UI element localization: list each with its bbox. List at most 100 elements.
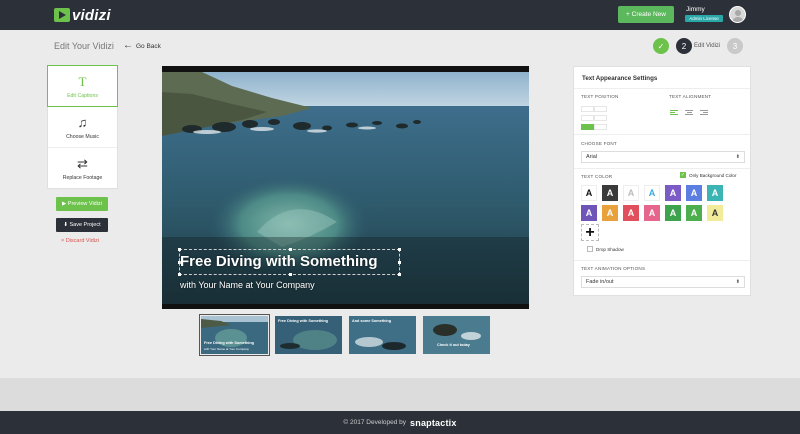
thumbnail-title: Free Diving with Something (204, 341, 254, 345)
thumbnail-title: And some Something (352, 319, 392, 323)
color-swatch[interactable]: A (686, 185, 702, 201)
save-project-button[interactable]: ⬇ Save Project (56, 218, 108, 232)
thumbnail-title: Free Diving with Something (278, 319, 328, 323)
only-background-checkbox[interactable]: ✓ (680, 172, 686, 178)
step-3-upcoming[interactable]: 3 (727, 38, 743, 54)
user-avatar[interactable] (729, 6, 746, 23)
text-icon: T (78, 73, 87, 89)
edit-captions-label: Edit Captions (67, 92, 98, 99)
position-middle-right[interactable] (594, 115, 607, 121)
choose-music-tool[interactable]: ♫ Choose Music (48, 107, 117, 148)
caption-title-text[interactable]: Free Diving with Something (180, 253, 378, 270)
animation-value: Fade in/out (586, 279, 614, 285)
text-appearance-panel: Text Appearance Settings Text Position T… (573, 66, 751, 296)
only-background-label: Only Background Color (689, 172, 737, 178)
choose-font-label: Choose Font (581, 141, 617, 146)
color-swatch[interactable]: A (644, 205, 660, 221)
vidizi-logo[interactable]: vidizi (54, 6, 111, 24)
user-name[interactable]: Jimmy (686, 6, 705, 13)
play-logo-icon (54, 8, 70, 22)
position-bottom-right[interactable] (594, 124, 607, 130)
position-top-right[interactable] (594, 106, 607, 112)
scene-thumbnail-3[interactable]: And some Something (349, 316, 416, 354)
preview-vidizi-button[interactable]: ▶ Preview Vidizi (56, 197, 108, 211)
thumbnail-title: Check it out today (437, 343, 470, 347)
drop-shadow-option[interactable]: Drop Shadow (587, 246, 624, 252)
resize-handle[interactable] (289, 248, 292, 251)
license-badge: Admin License (685, 15, 723, 22)
step-2-caption: Edit Vidizi (694, 43, 721, 49)
arrow-left-icon: ← (123, 40, 133, 51)
bottom-strip (0, 378, 800, 411)
animation-options-label: Text Animation Options (581, 266, 646, 271)
color-swatch[interactable]: A (665, 205, 681, 221)
position-bottom-left[interactable] (581, 124, 594, 130)
position-middle-left[interactable] (581, 115, 594, 121)
resize-handle[interactable] (398, 261, 401, 264)
scene-thumbnail-4[interactable]: Check it out today (423, 316, 490, 354)
text-position-grid (581, 106, 621, 130)
select-caret-icon: ⬍ (735, 154, 740, 160)
resize-handle[interactable] (178, 273, 181, 276)
color-swatch[interactable]: A (581, 185, 597, 201)
editor-tools-panel: T Edit Captions ♫ Choose Music ⇄ Replace… (47, 65, 118, 189)
thumbnail-subtitle: with Your Name at Your Company (204, 347, 249, 351)
snaptactix-logo[interactable]: snaptactix (410, 418, 457, 428)
color-swatch[interactable]: A (623, 185, 639, 201)
footer-text: © 2017 Developed by (343, 419, 407, 426)
position-top-left[interactable] (581, 106, 594, 112)
caption-subtitle-text[interactable]: with Your Name at Your Company (180, 280, 315, 290)
add-color-button[interactable]: + (581, 224, 599, 241)
music-icon: ♫ (77, 114, 88, 130)
top-navbar: vidizi + Create New Jimmy Admin License (0, 0, 800, 30)
video-preview[interactable]: Free Diving with Something with Your Nam… (162, 66, 529, 309)
replace-icon: ⇄ (77, 156, 88, 171)
scene-thumbnail-2[interactable]: Free Diving with Something (275, 316, 342, 354)
color-swatch[interactable]: A (644, 185, 660, 201)
logo-text: vidizi (72, 6, 111, 24)
color-swatch[interactable]: A (707, 185, 723, 201)
create-new-button[interactable]: + Create New (618, 6, 674, 23)
color-swatch[interactable]: A (686, 205, 702, 221)
drop-shadow-checkbox[interactable] (587, 246, 593, 252)
edit-captions-tool[interactable]: T Edit Captions (47, 65, 118, 107)
align-right-icon[interactable] (700, 110, 708, 117)
color-swatch[interactable]: A (665, 185, 681, 201)
animation-select[interactable]: Fade in/out ⬍ (581, 276, 745, 288)
step-2-current[interactable]: 2 (676, 38, 692, 54)
divider (574, 168, 750, 169)
replace-footage-label: Replace Footage (62, 175, 103, 181)
go-back-label: Go Back (136, 42, 161, 50)
step-1-complete[interactable]: ✓ (653, 38, 669, 54)
color-swatch[interactable]: A (707, 205, 723, 221)
scene-thumbnail-1[interactable]: Free Diving with Something with Your Nam… (199, 314, 270, 356)
font-value: Arial (586, 154, 598, 160)
color-swatch[interactable]: A (581, 205, 597, 221)
select-caret-icon: ⬍ (735, 279, 740, 285)
replace-footage-tool[interactable]: ⇄ Replace Footage (48, 148, 117, 189)
color-swatch[interactable]: A (602, 185, 618, 201)
choose-music-label: Choose Music (66, 133, 99, 140)
resize-handle[interactable] (398, 248, 401, 251)
scene-image (423, 316, 490, 354)
text-alignment-label: Text Alignment (669, 94, 712, 99)
color-swatch[interactable]: A (602, 205, 618, 221)
align-left-icon[interactable] (670, 110, 678, 117)
align-center-icon[interactable] (685, 110, 693, 117)
go-back-link[interactable]: ← Go Back (123, 40, 161, 51)
text-position-label: Text Position (581, 94, 619, 99)
only-background-option[interactable]: ✓ Only Background Color (680, 172, 737, 178)
page-title: Edit Your Vidizi (54, 41, 114, 51)
resize-handle[interactable] (398, 273, 401, 276)
drop-shadow-label: Drop Shadow (596, 246, 624, 252)
discard-vidizi-link[interactable]: × Discard Vidizi (61, 238, 99, 244)
resize-handle[interactable] (178, 248, 181, 251)
resize-handle[interactable] (289, 273, 292, 276)
font-select[interactable]: Arial ⬍ (581, 151, 745, 163)
color-swatch[interactable]: A (623, 205, 639, 221)
text-color-label: Text Color (581, 174, 613, 179)
settings-title: Text Appearance Settings (582, 75, 658, 82)
divider (574, 88, 750, 89)
divider (574, 134, 750, 135)
footer: © 2017 Developed by snaptactix (0, 411, 800, 434)
